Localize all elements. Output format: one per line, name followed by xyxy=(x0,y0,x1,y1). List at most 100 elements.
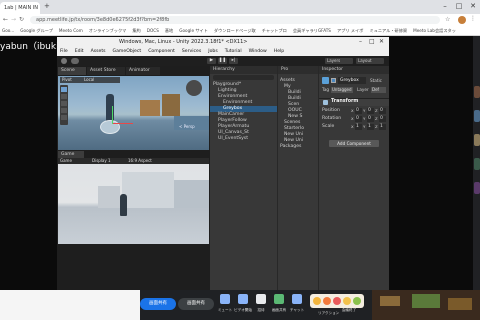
transform-value-x[interactable]: 1 xyxy=(355,124,362,130)
reload-icon[interactable]: ↻ xyxy=(19,16,24,23)
transform-value-y[interactable]: 0 xyxy=(367,108,374,114)
unity-close-icon[interactable]: ✕ xyxy=(379,38,384,45)
participant-thumb[interactable] xyxy=(474,86,480,98)
menu-item-file[interactable]: File xyxy=(60,47,68,56)
hierarchy-search[interactable] xyxy=(213,75,274,80)
tab-scene[interactable]: Scene xyxy=(58,67,86,75)
cloud-icon[interactable] xyxy=(71,58,79,64)
reaction-icon[interactable] xyxy=(343,297,351,305)
bookmark-item[interactable]: アプリ メイボ xyxy=(337,26,363,35)
url-input[interactable]: app.meetlife.jp/tx/room/3e8d0e6275f2d3f?… xyxy=(30,16,440,24)
project-item[interactable]: Packages xyxy=(278,144,318,150)
new-tab-icon[interactable]: + xyxy=(44,2,50,10)
transform-value-z[interactable]: 0 xyxy=(379,116,386,122)
bookmark-item[interactable]: 会員ギャラリGFATS xyxy=(293,26,331,35)
stop-share-pill[interactable]: 画面共有 xyxy=(178,298,214,310)
rect-tool-icon[interactable] xyxy=(61,115,67,120)
bookmark-item[interactable]: Meeto Com xyxy=(59,26,83,35)
reaction-icon[interactable] xyxy=(313,297,321,305)
step-button[interactable]: ▸| xyxy=(229,58,238,64)
add-component-button[interactable]: Add Component xyxy=(329,140,379,147)
hand-tool-icon[interactable] xyxy=(61,87,67,92)
taskbar-icon[interactable] xyxy=(292,294,302,304)
transform-value-z[interactable]: 1 xyxy=(379,124,386,130)
profile-avatar[interactable] xyxy=(458,16,466,24)
game-mode-dropdown[interactable]: Game xyxy=(60,158,72,163)
hierarchy-item[interactable]: UI_EventSyst xyxy=(210,136,277,142)
local-toggle[interactable]: Local xyxy=(84,77,94,82)
menu-item-edit[interactable]: Edit xyxy=(75,47,84,56)
tab-project[interactable]: Pro xyxy=(278,66,318,74)
bookmark-item[interactable]: Google グループ xyxy=(20,26,53,35)
taskbar-icon[interactable] xyxy=(238,294,248,304)
minimize-icon[interactable]: – xyxy=(438,0,452,12)
close-icon[interactable]: ✕ xyxy=(466,0,480,12)
transform-value-y[interactable]: 1 xyxy=(367,124,374,130)
bookmark-item[interactable]: オンラインブックマ xyxy=(89,26,127,35)
pivot-toggle[interactable]: Pivot xyxy=(62,77,72,82)
reaction-icon[interactable] xyxy=(353,297,361,305)
bookmark-item[interactable]: チャットプロ xyxy=(262,26,287,35)
aspect-dropdown[interactable]: 16:9 Aspect xyxy=(128,158,152,163)
static-toggle[interactable]: Static xyxy=(370,77,382,84)
transform-value-y[interactable]: 0 xyxy=(367,116,374,122)
bookmark-item[interactable]: ダウンロードページ取 xyxy=(214,26,256,35)
layer-dropdown[interactable]: Def xyxy=(371,87,386,93)
move-tool-icon[interactable] xyxy=(61,94,67,99)
participant-thumb[interactable] xyxy=(474,182,480,194)
scale-tool-icon[interactable] xyxy=(61,108,67,113)
menu-item-services[interactable]: Services xyxy=(182,47,201,56)
taskbar-icon[interactable] xyxy=(274,294,284,304)
bookmark-item[interactable]: Goo... xyxy=(2,26,14,35)
active-checkbox[interactable] xyxy=(331,78,336,83)
object-name-field[interactable]: Greybox xyxy=(338,77,366,84)
game-viewport[interactable] xyxy=(58,164,209,244)
transform-gizmo[interactable] xyxy=(112,106,113,124)
participant-thumb[interactable] xyxy=(474,134,480,146)
play-button[interactable]: ▶ xyxy=(207,58,216,64)
reactions-panel[interactable] xyxy=(310,294,364,308)
transform-value-x[interactable]: 0 xyxy=(355,116,362,122)
menu-item-help[interactable]: Help xyxy=(274,47,284,56)
participant-thumb[interactable] xyxy=(474,110,480,122)
browser-tab-active[interactable]: 1ab | MAIN IN xyxy=(0,2,40,14)
layers-dropdown[interactable]: Layers xyxy=(325,58,353,64)
bookmark-item[interactable]: Google サイト xyxy=(179,26,208,35)
transform-value-x[interactable]: 0 xyxy=(355,108,362,114)
taskbar-icon[interactable] xyxy=(220,294,230,304)
maximize-icon[interactable]: □ xyxy=(452,0,466,12)
tab-inspector[interactable]: Inspector xyxy=(319,66,389,74)
menu-item-component[interactable]: Component xyxy=(148,47,175,56)
unity-minimize-icon[interactable]: – xyxy=(359,38,362,45)
tab-asset-store[interactable]: Asset Store xyxy=(87,67,125,75)
menu-item-window[interactable]: Window xyxy=(249,47,267,56)
share-screen-pill[interactable]: 画面共有 xyxy=(140,298,176,310)
tag-dropdown[interactable]: Untagged xyxy=(331,87,353,93)
layout-dropdown[interactable]: Layout xyxy=(356,58,384,64)
reaction-icon[interactable] xyxy=(323,297,331,305)
tab-hierarchy[interactable]: Hierarchy xyxy=(210,66,277,74)
bookmark-item[interactable]: 集約 xyxy=(132,26,140,35)
bookmark-item[interactable]: DOCS xyxy=(147,26,159,35)
rotate-tool-icon[interactable] xyxy=(61,101,67,106)
pause-button[interactable]: ❚❚ xyxy=(218,58,227,64)
menu-item-gameobject[interactable]: GameObject xyxy=(113,47,142,56)
back-icon[interactable]: ← xyxy=(3,16,8,23)
menu-item-assets[interactable]: Assets xyxy=(91,47,106,56)
bookmark-star-icon[interactable]: ☆ xyxy=(445,16,450,23)
bookmark-item[interactable]: ミュニアル・研修資 xyxy=(369,26,407,35)
tab-animator[interactable]: Animator xyxy=(126,67,160,75)
taskbar-icon[interactable] xyxy=(256,294,266,304)
menu-item-jobs[interactable]: Jobs xyxy=(208,47,217,56)
reaction-icon[interactable] xyxy=(333,297,341,305)
bookmark-item[interactable]: Meeto Lab会話スタッ xyxy=(413,26,456,35)
transform-value-z[interactable]: 0 xyxy=(379,108,386,114)
menu-item-tutorial[interactable]: Tutorial xyxy=(225,47,242,56)
scene-viewport[interactable]: Pivot Local < Persp xyxy=(58,76,209,150)
unity-maximize-icon[interactable]: □ xyxy=(369,38,375,45)
display-dropdown[interactable]: Display 1 xyxy=(92,158,111,163)
participant-thumb[interactable] xyxy=(474,158,480,170)
transform-gizmo[interactable] xyxy=(113,123,133,124)
map-view[interactable] xyxy=(372,290,480,320)
orientation-gizmo[interactable] xyxy=(186,80,202,96)
